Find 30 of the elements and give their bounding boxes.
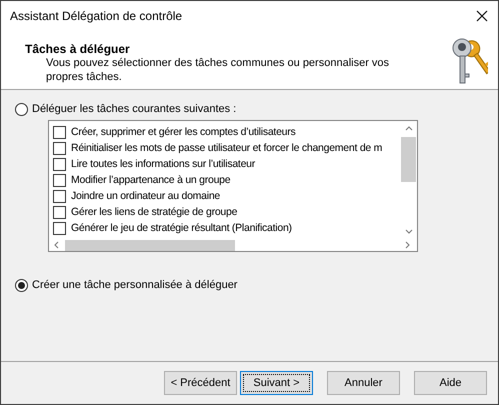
close-icon[interactable] xyxy=(476,10,488,22)
checkbox[interactable] xyxy=(53,158,66,170)
task-label[interactable]: Gérer les liens de stratégie de groupe xyxy=(71,206,238,218)
page-heading: Tâches à déléguer xyxy=(25,42,131,56)
checkbox[interactable] xyxy=(53,206,66,218)
scroll-left-icon[interactable] xyxy=(53,241,59,249)
page-description: Vous pouvez sélectionner des tâches communes ou personnaliser vos propres tâches. xyxy=(45,56,390,84)
checkbox[interactable] xyxy=(53,190,66,202)
task-label[interactable]: Lire toutes les informations sur l’utilisateur xyxy=(71,158,256,170)
task-label[interactable]: Réinitialiser les mots de passe utilisateur et forcer le changement de m xyxy=(71,142,382,154)
scroll-down-icon[interactable] xyxy=(404,229,412,235)
scroll-right-icon[interactable] xyxy=(405,241,411,249)
radio-label[interactable]: Créer une tâche personnalisée à déléguer xyxy=(32,279,238,291)
window-title: Assistant Délégation de contrôle xyxy=(10,9,184,23)
radio-label[interactable]: Déléguer les tâches courantes suivantes : xyxy=(32,103,236,115)
task-label[interactable]: Modifier l’appartenance à un groupe xyxy=(71,174,230,186)
task-label[interactable]: Créer, supprimer et gérer les comptes d’utilisateurs xyxy=(71,126,296,138)
checkbox[interactable] xyxy=(53,174,66,186)
wizard-button[interactable]: Annuler xyxy=(327,371,400,395)
radio-button[interactable] xyxy=(15,102,28,116)
task-label[interactable]: Joindre un ordinateur au domaine xyxy=(71,190,220,202)
checkbox[interactable] xyxy=(53,126,66,138)
radio-button[interactable] xyxy=(15,278,28,292)
wizard-button[interactable]: Aide xyxy=(414,371,487,395)
scroll-up-icon[interactable] xyxy=(404,125,412,131)
checkbox[interactable] xyxy=(53,142,66,154)
wizard-button[interactable]: < Précédent xyxy=(164,371,237,395)
wizard-button[interactable]: Suivant > xyxy=(240,371,313,395)
checkbox[interactable] xyxy=(53,222,66,234)
task-label[interactable]: Générer le jeu de stratégie résultant (Planification) xyxy=(71,222,292,234)
